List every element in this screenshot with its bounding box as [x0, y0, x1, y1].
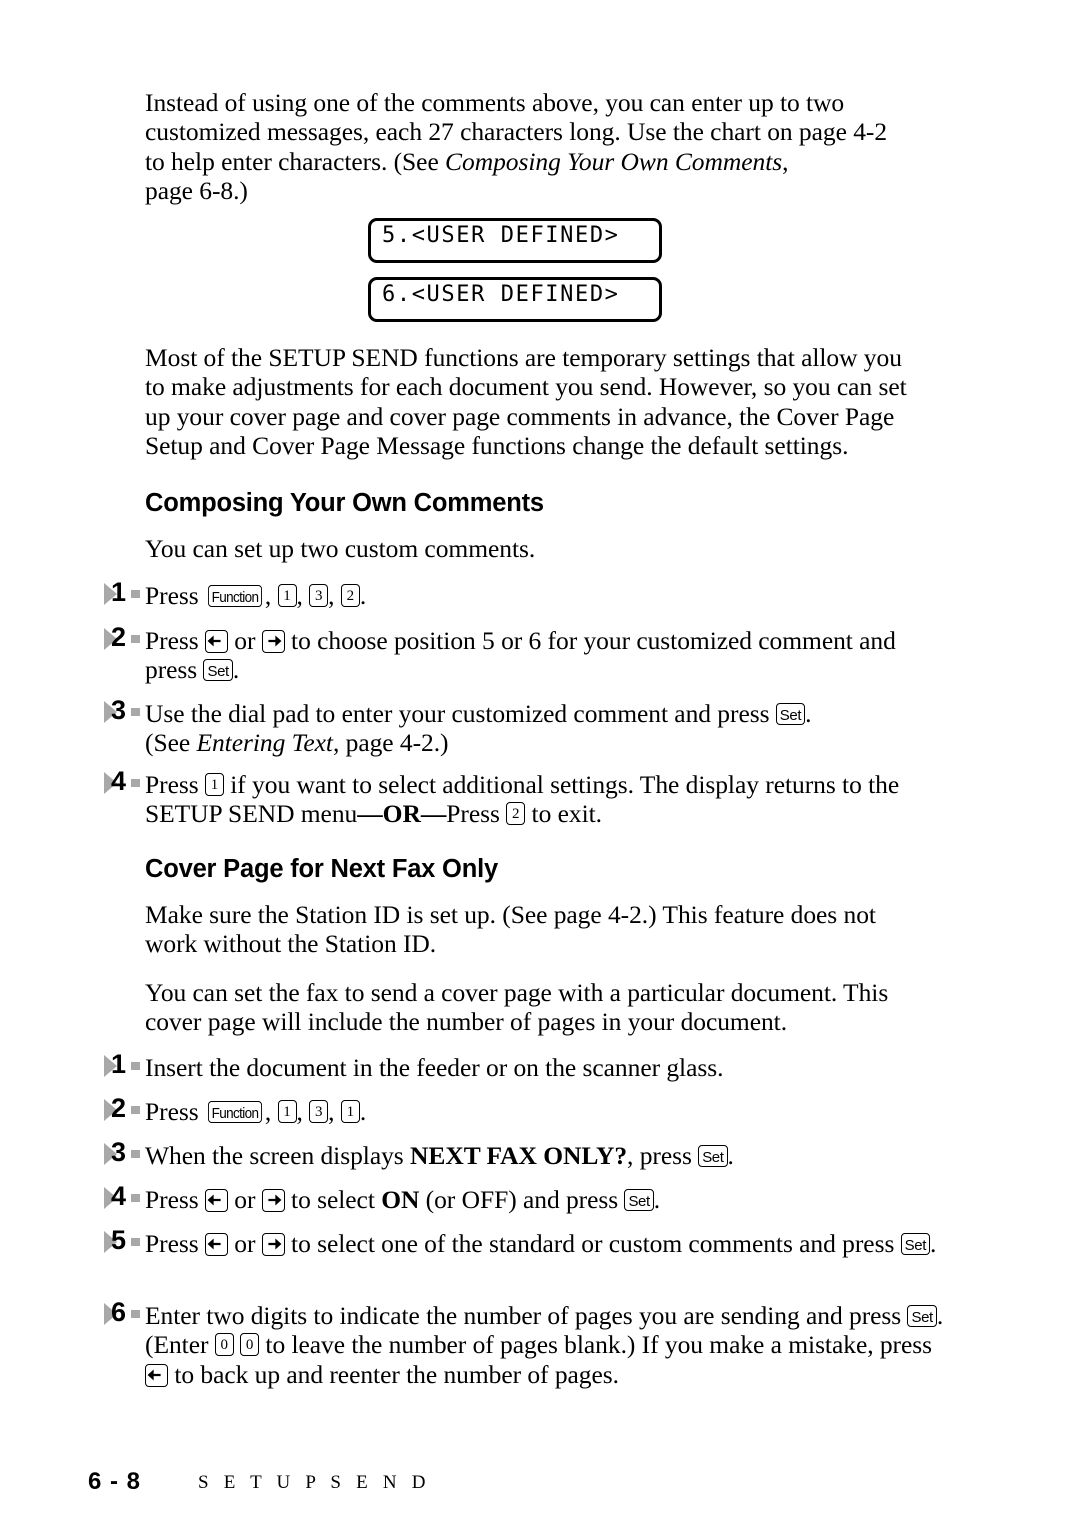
step-number: 3 — [111, 695, 127, 725]
emphasis-text: —OR— — [357, 799, 447, 829]
emphasis-text: NEXT FAX ONLY? — [410, 1141, 628, 1170]
left-arrow-key[interactable] — [204, 1233, 228, 1256]
cover-page-paragraph-1: Make sure the Station ID is set up. (See… — [145, 900, 876, 959]
step-text: Use the dial pad to enter your customize… — [145, 699, 812, 758]
lcd-display-user-defined-6: 6.<USER DEFINED> — [368, 277, 662, 322]
step-text: Press or to select ON (or OFF) and press… — [145, 1185, 661, 1214]
step-number: 4 — [111, 766, 127, 796]
step-text: Press Function, 1, 3, 2. — [145, 581, 367, 610]
step-number: 2 — [111, 1093, 127, 1123]
step-number-marker: 2 — [104, 1093, 144, 1127]
left-arrow-key[interactable] — [204, 1189, 228, 1212]
set-key[interactable]: Set — [775, 703, 806, 725]
composing-intro-text: You can set up two custom comments. — [145, 534, 536, 563]
digit-key-0[interactable]: 0 — [214, 1333, 234, 1357]
step-number-marker: 6 — [104, 1297, 144, 1331]
digit-key-2[interactable]: 2 — [506, 802, 526, 826]
right-arrow-key[interactable] — [261, 1189, 285, 1212]
reference-title: Entering Text — [196, 728, 333, 758]
step-text: Press or to select one of the standard o… — [145, 1229, 937, 1258]
digit-key-3[interactable]: 3 — [309, 584, 329, 607]
flag-tab-icon — [131, 1106, 140, 1114]
function-key[interactable]: Function — [207, 1101, 262, 1123]
footer-page-number: 6 - 8 — [88, 1468, 142, 1495]
step-number: 3 — [111, 1137, 127, 1167]
right-arrow-key[interactable] — [261, 1233, 285, 1256]
step-number: 2 — [111, 622, 127, 652]
cover-page-paragraph-2: You can set the fax to send a cover page… — [145, 978, 889, 1037]
right-arrow-key[interactable] — [261, 630, 285, 653]
flag-tab-icon — [131, 635, 140, 643]
step-number-marker: 5 — [104, 1225, 144, 1259]
left-arrow-key[interactable] — [204, 630, 228, 653]
step-number-marker: 3 — [104, 1137, 144, 1171]
step-number: 5 — [111, 1225, 127, 1255]
flag-tab-icon — [131, 1194, 140, 1202]
step-text: Press 1 if you want to select additional… — [145, 770, 900, 829]
step-number: 6 — [111, 1297, 127, 1327]
step-number-marker: 3 — [104, 695, 144, 729]
digit-key-1[interactable]: 1 — [277, 584, 297, 607]
document-page: Instead of using one of the comments abo… — [0, 0, 1080, 1529]
lcd-text: 6.<USER DEFINED> — [382, 282, 620, 307]
footer-section-title: S E T U P S E N D — [198, 1472, 431, 1493]
set-key[interactable]: Set — [624, 1189, 654, 1211]
set-key[interactable]: Set — [900, 1233, 930, 1255]
digit-key-1[interactable]: 1 — [204, 773, 224, 796]
flag-tab-icon — [131, 1150, 140, 1158]
step-number-marker: 1 — [104, 1049, 144, 1083]
step-text: Enter two digits to indicate the number … — [145, 1301, 944, 1389]
step-number-marker: 2 — [104, 622, 144, 656]
digit-key-1[interactable]: 1 — [277, 1100, 297, 1123]
step-text: Press or to choose position 5 or 6 for y… — [145, 626, 896, 685]
lcd-display-user-defined-5: 5.<USER DEFINED> — [368, 218, 662, 263]
intro-paragraph: Instead of using one of the comments abo… — [145, 88, 888, 206]
flag-tab-icon — [131, 708, 140, 716]
flag-tab-icon — [131, 590, 140, 598]
flag-tab-icon — [131, 1310, 140, 1318]
step-number: 1 — [111, 1049, 127, 1079]
flag-tab-icon — [131, 779, 140, 787]
step-text: Insert the document in the feeder or on … — [145, 1053, 724, 1082]
flag-tab-icon — [131, 1238, 140, 1246]
step-text: Press Function, 1, 3, 1. — [145, 1097, 367, 1126]
step-text: When the screen displays NEXT FAX ONLY?,… — [145, 1141, 734, 1170]
set-key[interactable]: Set — [698, 1145, 728, 1167]
digit-key-1[interactable]: 1 — [340, 1100, 360, 1123]
step-number-marker: 1 — [104, 577, 144, 611]
left-arrow-key[interactable] — [145, 1363, 168, 1387]
set-key[interactable]: Set — [907, 1305, 937, 1327]
set-key[interactable]: Set — [203, 659, 233, 682]
setup-send-paragraph: Most of the SETUP SEND functions are tem… — [145, 343, 907, 461]
heading-cover-page-for-next-fax-only: Cover Page for Next Fax Only — [145, 855, 498, 883]
heading-composing-your-own-comments: Composing Your Own Comments — [145, 489, 544, 517]
flag-tab-icon — [131, 1062, 140, 1070]
step-number: 4 — [111, 1181, 127, 1211]
digit-key-2[interactable]: 2 — [340, 584, 360, 607]
lcd-text: 5.<USER DEFINED> — [382, 223, 620, 248]
function-key[interactable]: Function — [207, 585, 262, 607]
emphasis-text: ON — [381, 1185, 420, 1214]
step-number-marker: 4 — [104, 766, 144, 800]
reference-title: Composing Your Own Comments — [445, 146, 783, 176]
step-number-marker: 4 — [104, 1181, 144, 1215]
digit-key-0[interactable]: 0 — [240, 1333, 260, 1357]
digit-key-3[interactable]: 3 — [309, 1100, 329, 1123]
step-number: 1 — [111, 577, 127, 607]
